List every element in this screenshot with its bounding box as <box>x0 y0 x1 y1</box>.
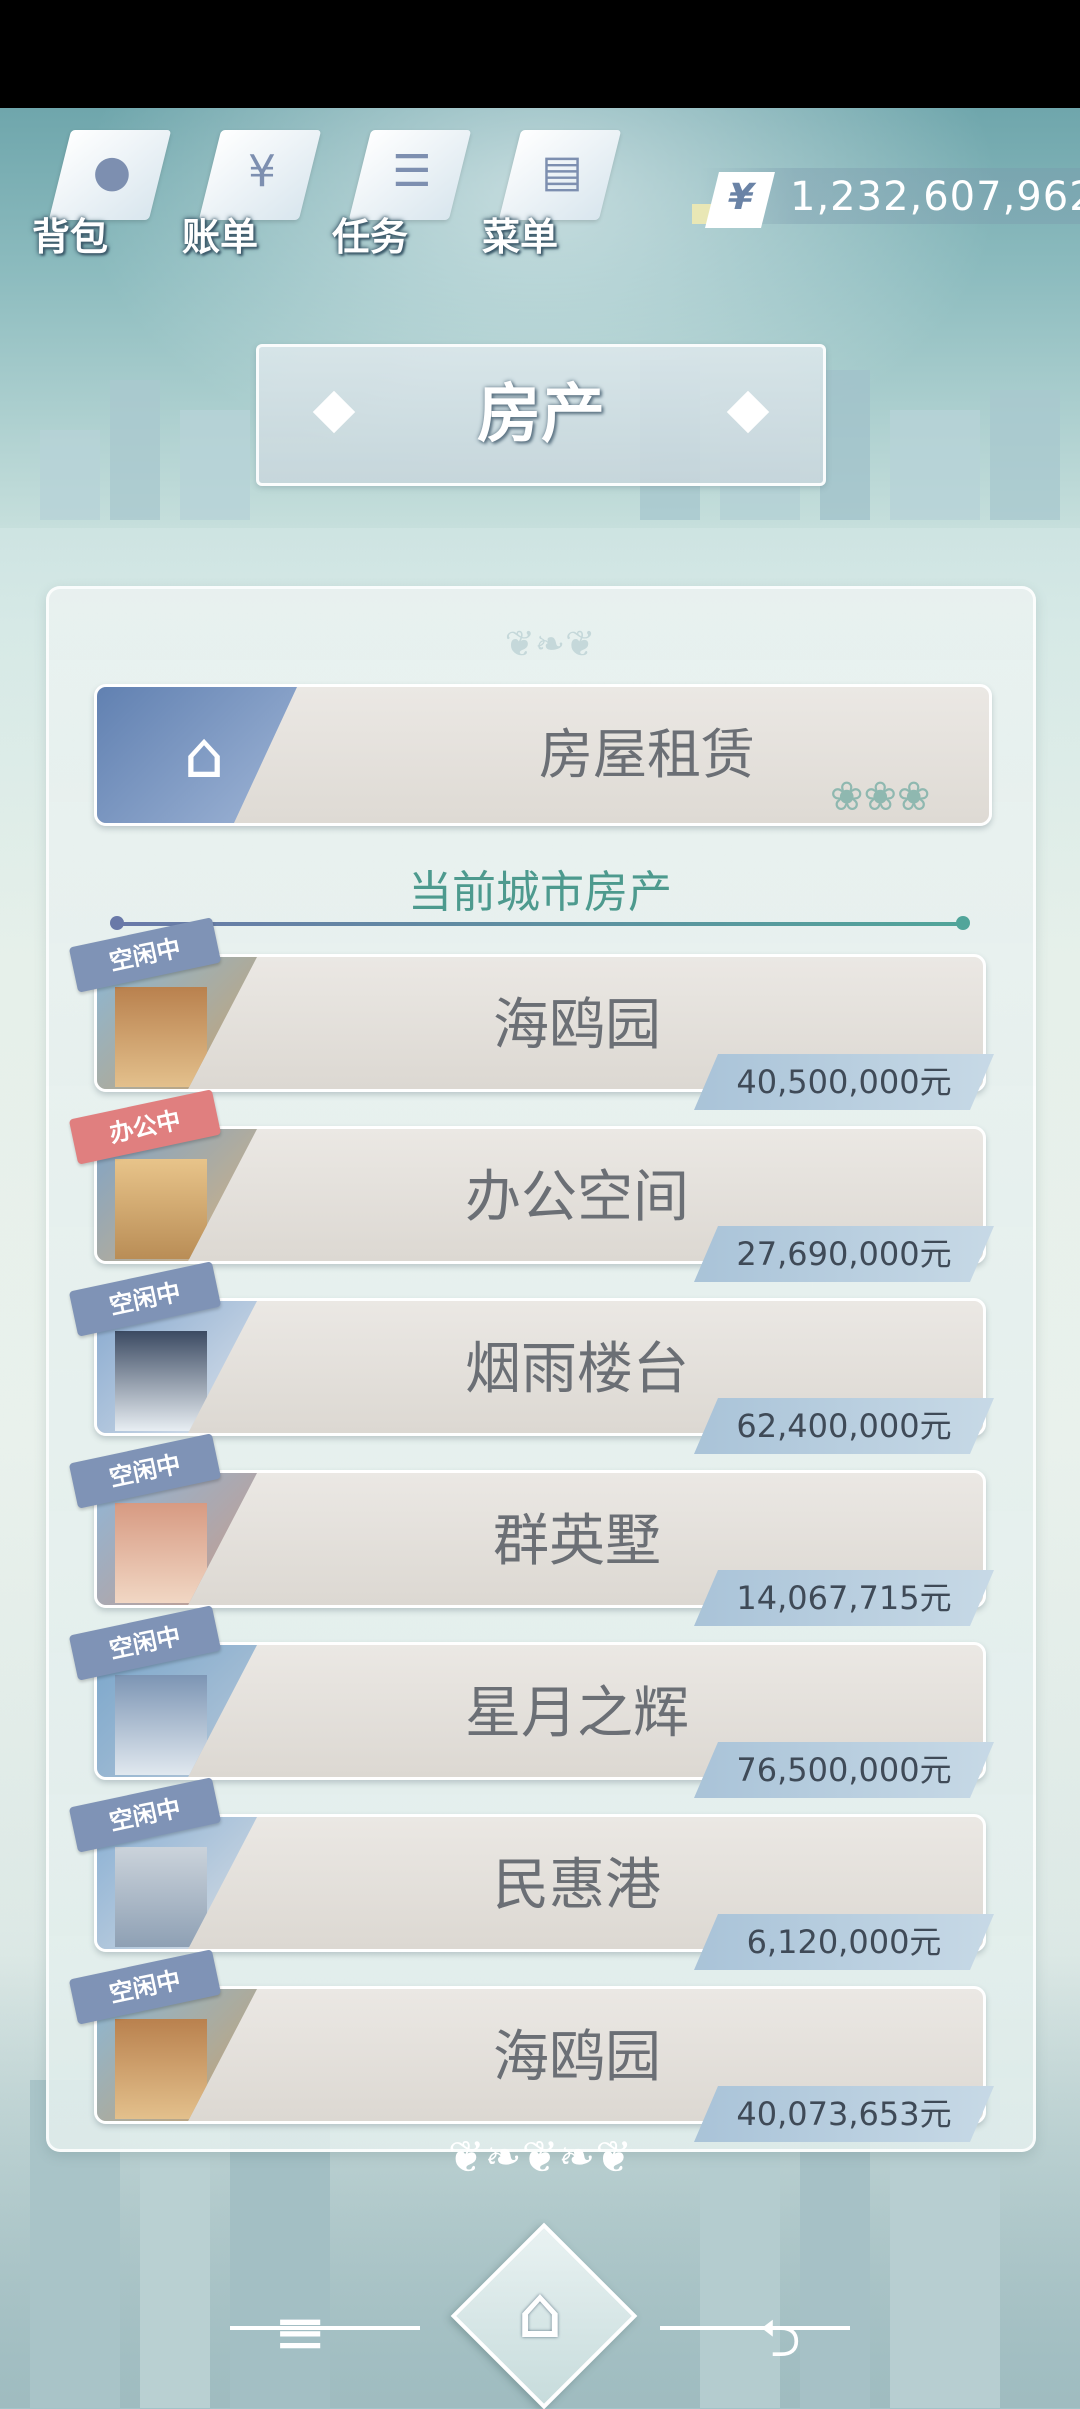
page-title-box: 房产 <box>256 344 826 486</box>
task-button[interactable]: ☰ 任务 <box>320 120 472 260</box>
property-price: 40,500,000元 <box>694 1054 994 1110</box>
bag-button[interactable]: ● 背包 <box>20 120 172 260</box>
property-row[interactable]: 海鸥园 40,500,000元 空闲中 <box>68 917 994 1110</box>
section-divider <box>116 922 964 926</box>
divider-dot-left <box>110 916 124 930</box>
building-icon <box>115 1675 207 1775</box>
money-value: 1,232,607,962 <box>790 174 1080 220</box>
page-title: 房产 <box>477 378 605 452</box>
bill-button[interactable]: ¥ 账单 <box>170 120 322 260</box>
property-row[interactable]: 海鸥园 40,073,653元 空闲中 <box>68 1949 994 2142</box>
property-price: 76,500,000元 <box>694 1742 994 1798</box>
divider-dot-right <box>956 916 970 930</box>
ornament-top-icon: ❦❧❦ <box>504 624 596 665</box>
property-row[interactable]: 群英墅 14,067,715元 空闲中 <box>68 1433 994 1626</box>
house-search-icon: ⌂ <box>183 719 225 793</box>
property-row[interactable]: 民惠港 6,120,000元 空闲中 <box>68 1777 994 1970</box>
property-row[interactable]: 烟雨楼台 62,400,000元 空闲中 <box>68 1261 994 1454</box>
property-row[interactable]: 办公空间 27,690,000元 办公中 <box>68 1089 994 1282</box>
home-icon: ⌂ <box>517 2270 563 2354</box>
property-price: 6,120,000元 <box>694 1914 994 1970</box>
building-icon <box>115 1847 207 1947</box>
status-bar <box>0 0 1080 108</box>
menu-button[interactable]: ▤ 菜单 <box>470 120 622 260</box>
section-title: 当前城市房产 <box>408 867 672 918</box>
bag-label: 背包 <box>32 215 109 259</box>
building-icon <box>115 1159 207 1259</box>
property-price: 14,067,715元 <box>694 1570 994 1626</box>
bill-label: 账单 <box>182 215 259 259</box>
task-label: 任务 <box>332 215 409 259</box>
back-icon[interactable]: ⮌ <box>740 2300 820 2380</box>
ornament-bottom-icon: ❦❧❦❧❦ <box>447 2132 633 2183</box>
leaf-decoration-icon: ❀❀❀ <box>830 774 931 820</box>
menu-label: 菜单 <box>482 215 559 259</box>
property-price: 27,690,000元 <box>694 1226 994 1282</box>
building-icon <box>115 1503 207 1603</box>
property-price: 62,400,000元 <box>694 1398 994 1454</box>
building-icon <box>115 2019 207 2119</box>
building-icon <box>115 987 207 1087</box>
building-icon <box>115 1331 207 1431</box>
property-price: 40,073,653元 <box>694 2086 994 2142</box>
menu-icon[interactable]: ≡ <box>260 2296 340 2376</box>
property-row[interactable]: 星月之辉 76,500,000元 空闲中 <box>68 1605 994 1798</box>
